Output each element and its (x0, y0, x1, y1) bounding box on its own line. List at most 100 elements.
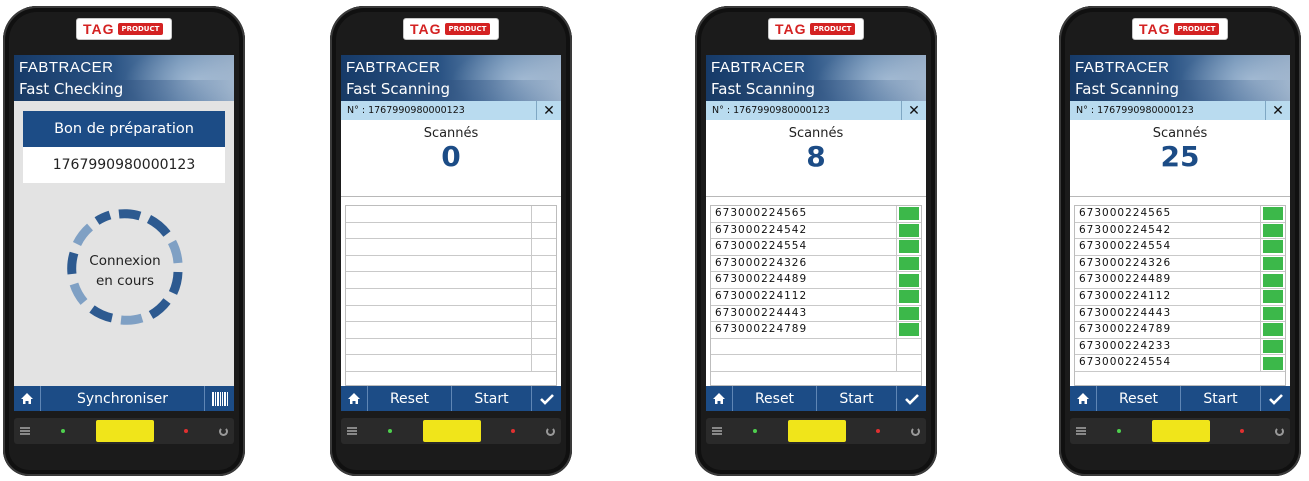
list-item[interactable] (346, 322, 556, 339)
bottom-toolbar: Reset Start (1070, 386, 1290, 411)
status-ok-icon (1263, 290, 1283, 304)
home-button[interactable] (1070, 386, 1096, 411)
hardware-buttons (1070, 418, 1290, 444)
item-code: 673000224112 (715, 289, 808, 302)
item-status (1260, 255, 1285, 272)
list-item[interactable] (346, 272, 556, 289)
start-button[interactable]: Start (451, 386, 531, 411)
list-item[interactable]: 673000224326 (1075, 255, 1285, 273)
status-ok-icon (899, 323, 919, 337)
list-item[interactable]: 673000224565 (711, 206, 921, 223)
barcode-button[interactable] (204, 386, 234, 411)
synchroniser-button[interactable]: Synchroniser (40, 386, 204, 411)
list-item[interactable]: 673000224554 (1075, 355, 1285, 372)
checking-body: Bon de préparation 1767990980000123 Conn… (14, 101, 234, 386)
validate-button[interactable] (531, 386, 561, 411)
menu-key-icon[interactable] (712, 427, 722, 435)
hardware-buttons (341, 418, 561, 444)
scanned-list[interactable]: 673000224565 673000224542 673000224554 6730… (710, 205, 922, 386)
check-icon (539, 393, 554, 405)
status-ok-icon (899, 290, 919, 304)
list-item[interactable] (346, 355, 556, 372)
item-code: 673000224542 (1079, 223, 1172, 236)
phone-fast-scanning-8: TAG PRODUCT FABTRACER Fast Scanning N° : … (695, 6, 937, 476)
bottom-toolbar: Synchroniser (14, 386, 234, 411)
list-item[interactable] (346, 222, 556, 240)
list-item[interactable]: 673000224542 (711, 222, 921, 240)
green-led (60, 429, 65, 433)
bon-preparation-label: Bon de préparation (23, 111, 225, 147)
scan-trigger-button[interactable] (787, 420, 846, 442)
power-icon[interactable] (219, 426, 228, 436)
item-status (531, 255, 556, 272)
item-code (346, 256, 531, 272)
order-number-bar: N° : 1767990980000123 ✕ (706, 101, 926, 120)
list-item[interactable]: 673000224542 (1075, 222, 1285, 240)
list-item[interactable] (346, 288, 556, 306)
check-icon (904, 393, 919, 405)
item-code: 673000224489 (1079, 273, 1172, 286)
list-item[interactable]: 673000224554 (1075, 239, 1285, 256)
order-number-bar: N° : 1767990980000123 ✕ (1070, 101, 1290, 120)
list-item[interactable] (346, 206, 556, 223)
scan-trigger-button[interactable] (95, 420, 154, 442)
list-item[interactable]: 673000224789 (1075, 322, 1285, 339)
list-item[interactable]: 673000224554 (711, 239, 921, 256)
scanned-list[interactable]: 673000224565 673000224542 673000224554 6730… (1074, 205, 1286, 386)
item-status (896, 255, 921, 272)
list-item[interactable]: 673000224112 (711, 288, 921, 306)
list-item[interactable]: 673000224326 (711, 255, 921, 273)
home-button[interactable] (14, 386, 40, 411)
reset-button[interactable]: Reset (1096, 386, 1180, 411)
list-item[interactable] (711, 338, 921, 356)
list-item[interactable]: 673000224233 (1075, 338, 1285, 356)
list-item[interactable] (711, 355, 921, 372)
order-number: N° : 1767990980000123 (712, 105, 830, 116)
power-icon[interactable] (1275, 426, 1284, 436)
validate-button[interactable] (1260, 386, 1290, 411)
item-code (711, 355, 896, 371)
menu-key-icon[interactable] (347, 427, 357, 435)
list-item[interactable] (346, 255, 556, 273)
list-item[interactable]: 673000224112 (1075, 288, 1285, 306)
close-icon[interactable]: ✕ (1265, 101, 1290, 120)
reset-button[interactable]: Reset (367, 386, 451, 411)
power-icon[interactable] (911, 426, 920, 436)
close-icon[interactable]: ✕ (901, 101, 926, 120)
status-ok-icon (1263, 257, 1283, 271)
bon-preparation-value[interactable]: 1767990980000123 (23, 147, 225, 183)
menu-key-icon[interactable] (1076, 427, 1086, 435)
item-status (1260, 355, 1285, 371)
close-icon[interactable]: ✕ (536, 101, 561, 120)
list-item[interactable]: 673000224565 (1075, 206, 1285, 223)
list-item[interactable]: 673000224443 (711, 305, 921, 323)
list-item[interactable] (346, 338, 556, 356)
scan-trigger-button[interactable] (1151, 420, 1210, 442)
scanned-list[interactable] (345, 205, 557, 386)
bottom-toolbar: Reset Start (706, 386, 926, 411)
list-item[interactable]: 673000224489 (711, 272, 921, 289)
validate-button[interactable] (896, 386, 926, 411)
green-led (387, 429, 392, 433)
phone-fast-scanning-empty: TAG PRODUCT FABTRACER Fast Scanning N° : … (330, 6, 572, 476)
reset-button[interactable]: Reset (732, 386, 816, 411)
list-item[interactable] (346, 305, 556, 323)
green-led (1116, 429, 1121, 433)
item-status (531, 322, 556, 338)
list-item[interactable] (346, 239, 556, 256)
screen: FABTRACER Fast Checking Bon de préparati… (14, 55, 234, 411)
home-button[interactable] (706, 386, 732, 411)
start-button[interactable]: Start (1180, 386, 1260, 411)
menu-key-icon[interactable] (20, 427, 30, 435)
power-icon[interactable] (546, 426, 555, 436)
scan-trigger-button[interactable] (422, 420, 481, 442)
list-item[interactable]: 673000224489 (1075, 272, 1285, 289)
item-status (1260, 322, 1285, 338)
green-led (752, 429, 757, 433)
status-ok-icon (1263, 240, 1283, 254)
list-item[interactable]: 673000224443 (1075, 305, 1285, 323)
list-item[interactable]: 673000224789 (711, 322, 921, 339)
app-brand: FABTRACER (346, 59, 441, 76)
start-button[interactable]: Start (816, 386, 896, 411)
home-button[interactable] (341, 386, 367, 411)
